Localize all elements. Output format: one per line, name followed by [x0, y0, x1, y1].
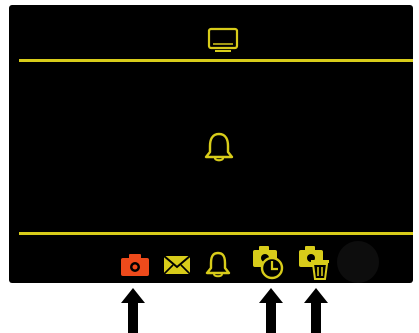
camera-clock-icon[interactable]	[250, 241, 288, 281]
top-divider	[19, 59, 413, 62]
up-arrow-icon	[259, 288, 283, 333]
bottom-divider	[19, 232, 413, 235]
camera-trash-icon[interactable]	[296, 241, 334, 281]
dark-spot	[337, 241, 379, 283]
tv-icon[interactable]	[206, 27, 240, 53]
up-arrow-icon	[121, 288, 145, 333]
up-arrow-icon	[304, 288, 328, 333]
camera-icon[interactable]	[119, 250, 151, 278]
device-screen	[9, 5, 413, 283]
mail-icon[interactable]	[162, 254, 192, 276]
bell-icon[interactable]	[203, 250, 233, 278]
bell-icon	[204, 132, 234, 162]
